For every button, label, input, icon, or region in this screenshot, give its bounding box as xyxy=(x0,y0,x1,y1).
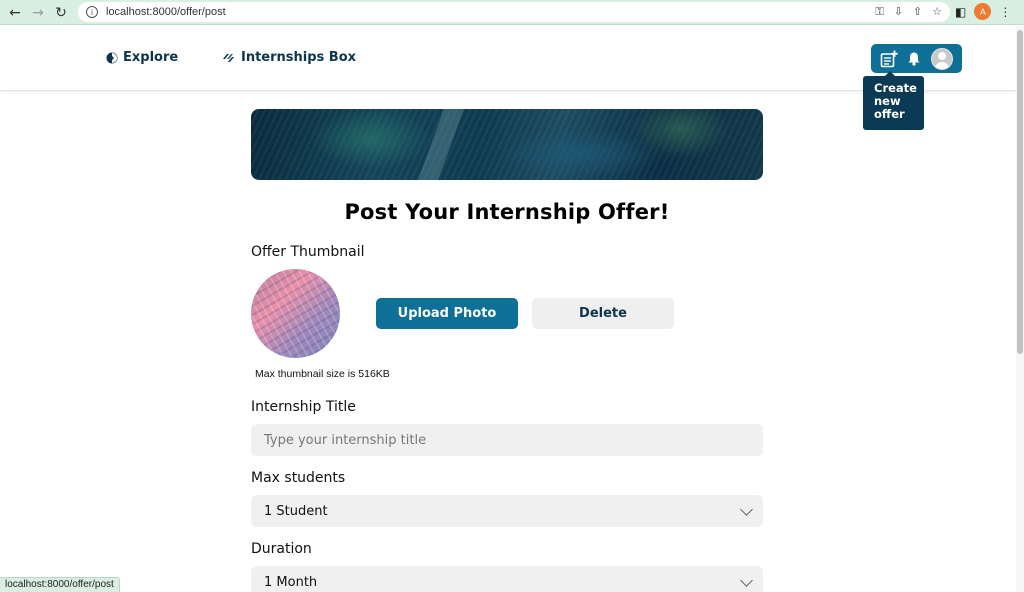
menu-kebab-icon[interactable]: ⋮ xyxy=(999,5,1011,19)
upload-photo-button[interactable]: Upload Photo xyxy=(376,298,518,329)
duration-select[interactable]: 1 Month xyxy=(251,566,763,592)
max-students-label: Max students xyxy=(251,470,346,486)
page-scrollbar[interactable] xyxy=(1016,26,1024,592)
forward-icon[interactable]: → xyxy=(29,4,47,22)
duration-label: Duration xyxy=(251,541,312,557)
browser-toolbar: ← → ↻ i localhost:8000/offer/post ⚿ ⇩ ⇧ … xyxy=(0,0,1024,25)
internship-title-input[interactable] xyxy=(251,424,763,456)
reload-icon[interactable]: ↻ xyxy=(52,4,70,22)
profile-avatar[interactable]: A xyxy=(974,3,992,20)
create-offer-icon[interactable] xyxy=(880,50,898,68)
page-title: Post Your Internship Offer! xyxy=(344,200,670,224)
thumbnail-label: Offer Thumbnail xyxy=(251,244,365,260)
internship-title-label: Internship Title xyxy=(251,399,356,415)
header-actions xyxy=(871,44,962,73)
bookmark-star-icon[interactable]: ☆ xyxy=(932,5,942,19)
scrollbar-thumb[interactable] xyxy=(1017,30,1023,354)
url-text: localhost:8000/offer/post xyxy=(106,6,226,18)
banner-image xyxy=(251,109,763,180)
max-students-value: 1 Student xyxy=(264,503,328,519)
thumbnail-preview xyxy=(251,269,340,358)
chevron-down-icon xyxy=(740,503,753,516)
nav-brand-label: Internships Box xyxy=(241,50,357,65)
max-students-select[interactable]: 1 Student xyxy=(251,495,763,527)
notifications-bell-icon[interactable] xyxy=(907,51,921,66)
link-icon xyxy=(223,53,234,62)
user-avatar[interactable] xyxy=(931,47,954,70)
delete-photo-button[interactable]: Delete xyxy=(532,298,674,329)
nav-explore-label: Explore xyxy=(123,50,179,65)
nav-brand[interactable]: Internships Box xyxy=(222,50,356,65)
install-icon[interactable]: ⇩ xyxy=(894,5,903,19)
sidepanel-icon[interactable]: ◧ xyxy=(955,5,966,19)
nav-explore[interactable]: Explore xyxy=(106,50,178,65)
site-info-icon[interactable]: i xyxy=(86,6,98,18)
banner-streak xyxy=(418,109,464,180)
address-bar[interactable]: i localhost:8000/offer/post ⚿ ⇩ ⇧ ☆ xyxy=(78,2,950,22)
compass-icon xyxy=(106,52,118,63)
duration-value: 1 Month xyxy=(264,574,318,590)
key-icon[interactable]: ⚿ xyxy=(875,5,883,19)
status-bar-url: localhost:8000/offer/post xyxy=(0,577,120,592)
share-icon[interactable]: ⇧ xyxy=(913,5,922,19)
back-icon[interactable]: ← xyxy=(6,4,24,22)
thumbnail-size-hint: Max thumbnail size is 516KB xyxy=(255,368,390,380)
chevron-down-icon xyxy=(740,574,753,587)
create-offer-tooltip: Create new offer xyxy=(863,71,924,130)
